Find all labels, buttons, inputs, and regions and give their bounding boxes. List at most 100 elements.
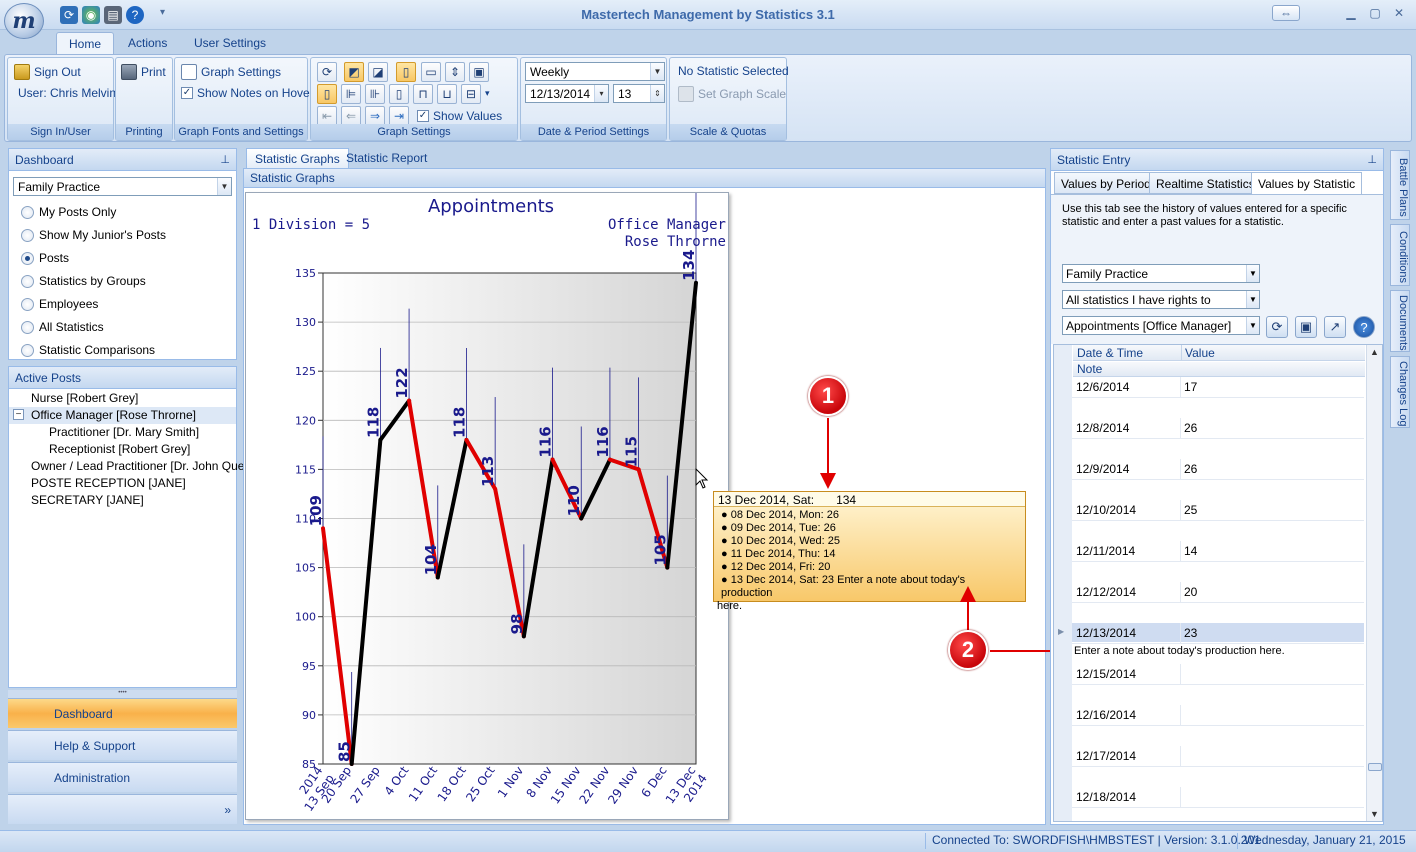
table-row[interactable]: 12/12/2014 20 xyxy=(1072,582,1364,623)
nav-help-support[interactable]: Help & Support xyxy=(8,730,237,760)
tab-values-by-statistic[interactable]: Values by Statistic xyxy=(1251,172,1363,194)
option-show-juniors-posts[interactable]: Show My Junior's Posts xyxy=(21,226,166,244)
set-graph-scale-button[interactable]: Set Graph Scale xyxy=(678,86,786,102)
option-all-statistics[interactable]: All Statistics xyxy=(21,318,104,336)
table-row[interactable]: 12/16/2014 xyxy=(1072,705,1364,746)
post-practitioner[interactable]: Practitioner [Dr. Mary Smith] xyxy=(49,425,199,442)
view-4-icon[interactable]: ▯ xyxy=(389,84,409,104)
tab-user-settings[interactable]: User Settings xyxy=(182,32,278,54)
option-employees[interactable]: Employees xyxy=(21,295,98,313)
cell-value[interactable]: 25 xyxy=(1184,503,1197,517)
cell-date[interactable]: 12/13/2014 xyxy=(1076,626,1136,640)
globe-icon[interactable]: ◉ xyxy=(82,6,100,24)
stat-rights-select[interactable]: All statistics I have rights to ▼ xyxy=(1062,290,1260,309)
pin-icon[interactable]: ⊥ xyxy=(1367,153,1377,166)
table-row[interactable]: 12/15/2014 xyxy=(1072,664,1364,705)
help-quick-icon[interactable]: ? xyxy=(126,6,144,24)
cell-value[interactable]: 23 xyxy=(1184,626,1197,640)
view-1-icon[interactable]: ▯ xyxy=(317,84,337,104)
tab-realtime-statistics[interactable]: Realtime Statistics xyxy=(1149,172,1262,194)
table-row[interactable]: 12/10/2014 25 xyxy=(1072,500,1364,541)
scroll-up-icon[interactable]: ▲ xyxy=(1370,347,1379,357)
page-icon[interactable]: ▯ xyxy=(396,62,416,82)
more-views-chevron-icon[interactable]: ▾ xyxy=(485,88,490,99)
option-statistics-by-groups[interactable]: Statistics by Groups xyxy=(21,272,146,290)
table-row[interactable]: 12/11/2014 14 xyxy=(1072,541,1364,582)
minimize-icon[interactable]: ▁ xyxy=(1340,6,1362,22)
view-7-icon[interactable]: ⊟ xyxy=(461,84,481,104)
splitter-grip[interactable]: •••• xyxy=(8,690,237,698)
cell-date[interactable]: 12/9/2014 xyxy=(1076,462,1129,476)
nav-dashboard[interactable]: Dashboard xyxy=(8,698,237,728)
post-office-manager[interactable]: Office Manager [Rose Throrne] xyxy=(31,408,196,425)
option-posts[interactable]: Posts xyxy=(21,249,69,267)
layout-icon[interactable]: ▭ xyxy=(421,62,441,82)
scroll-down-icon[interactable]: ▼ xyxy=(1370,809,1379,819)
cell-value[interactable]: 26 xyxy=(1184,462,1197,476)
fit-page-icon[interactable]: ▣ xyxy=(469,62,489,82)
statistic-select[interactable]: Appointments [Office Manager] ▼ xyxy=(1062,316,1260,335)
tab-statistic-report[interactable]: Statistic Report xyxy=(338,148,435,168)
view-6-icon[interactable]: ⊔ xyxy=(437,84,457,104)
cell-date[interactable]: 12/10/2014 xyxy=(1076,503,1136,517)
table-row[interactable]: 12/18/2014 xyxy=(1072,787,1364,828)
view-5-icon[interactable]: ⊓ xyxy=(413,84,433,104)
col-value[interactable]: Value xyxy=(1185,346,1215,360)
cell-date[interactable]: 12/12/2014 xyxy=(1076,585,1136,599)
cell-value[interactable]: 17 xyxy=(1184,380,1197,394)
option-statistic-comparisons[interactable]: Statistic Comparisons xyxy=(21,341,155,359)
expand-nav-icon[interactable]: » xyxy=(224,803,231,817)
organization-select[interactable]: Family Practice ▼ xyxy=(13,177,232,196)
next-period-icon[interactable]: ⇒ xyxy=(365,106,385,126)
cell-value[interactable]: 20 xyxy=(1184,585,1197,599)
last-period-icon[interactable]: ⇥ xyxy=(389,106,409,126)
app-menu-button[interactable]: m xyxy=(4,3,44,39)
post-secretary[interactable]: SECRETARY [JANE] xyxy=(31,493,144,510)
show-notes-checkbox[interactable]: ✓ Show Notes on Hover xyxy=(181,86,314,100)
grid-scrollbar[interactable]: ▲ ▼ xyxy=(1366,345,1382,821)
print-button[interactable]: Print xyxy=(121,64,166,80)
side-tab-conditions[interactable]: Conditions xyxy=(1390,224,1410,286)
table-row[interactable]: 12/8/2014 26 xyxy=(1072,418,1364,459)
restore-layout-icon[interactable]: ⇔ xyxy=(1272,5,1300,21)
table-row[interactable]: 12/9/2014 26 xyxy=(1072,459,1364,500)
cell-date[interactable]: 12/6/2014 xyxy=(1076,380,1129,394)
cell-date[interactable]: 12/8/2014 xyxy=(1076,421,1129,435)
tab-actions[interactable]: Actions xyxy=(116,32,179,54)
tab-values-by-period[interactable]: Values by Period xyxy=(1054,172,1158,194)
graph-settings-button[interactable]: Graph Settings xyxy=(181,64,281,80)
table-row[interactable]: 12/17/2014 xyxy=(1072,746,1364,787)
cell-date[interactable]: 12/11/2014 xyxy=(1076,544,1135,558)
side-tab-documents[interactable]: Documents xyxy=(1390,290,1410,352)
sign-out-button[interactable]: Sign Out xyxy=(14,64,81,80)
cell-date[interactable]: 12/16/2014 xyxy=(1076,708,1136,722)
scroll-thumb[interactable] xyxy=(1368,763,1382,771)
save-icon[interactable]: ▣ xyxy=(1295,316,1317,338)
cell-date[interactable]: 12/18/2014 xyxy=(1076,790,1136,804)
side-tab-battle-plans[interactable]: Battle Plans xyxy=(1390,150,1410,220)
post-poste-reception[interactable]: POSTE RECEPTION [JANE] xyxy=(31,476,186,493)
view-3-icon[interactable]: ⊪ xyxy=(365,84,385,104)
date-picker[interactable]: 12/13/2014 ▾ xyxy=(525,84,609,103)
tab-statistic-graphs[interactable]: Statistic Graphs xyxy=(246,148,349,168)
maximize-icon[interactable]: ▢ xyxy=(1364,6,1386,22)
cell-value[interactable]: 26 xyxy=(1184,421,1197,435)
show-values-checkbox[interactable]: ✓ Show Values xyxy=(417,109,502,123)
close-icon[interactable]: ✕ xyxy=(1388,6,1410,22)
refresh-icon[interactable]: ⟳ xyxy=(60,6,78,24)
previous-period-icon[interactable]: ⇐ xyxy=(341,106,361,126)
cell-value[interactable]: 14 xyxy=(1184,544,1197,558)
graph-style-1-icon[interactable]: ◩ xyxy=(344,62,364,82)
graph-style-2-icon[interactable]: ◪ xyxy=(368,62,388,82)
fit-height-icon[interactable]: ⇕ xyxy=(445,62,465,82)
cell-date[interactable]: 12/15/2014 xyxy=(1076,667,1136,681)
stat-org-select[interactable]: Family Practice ▼ xyxy=(1062,264,1260,283)
view-2-icon[interactable]: ⊫ xyxy=(341,84,361,104)
first-period-icon[interactable]: ⇤ xyxy=(317,106,337,126)
pin-icon[interactable]: ⊥ xyxy=(220,153,230,166)
table-row[interactable]: 12/6/2014 17 xyxy=(1072,377,1364,418)
tab-home[interactable]: Home xyxy=(56,32,115,54)
nav-administration[interactable]: Administration xyxy=(8,762,237,792)
cell-date[interactable]: 12/17/2014 xyxy=(1076,749,1136,763)
period-count-stepper[interactable]: 13 ⇕ xyxy=(613,84,665,103)
